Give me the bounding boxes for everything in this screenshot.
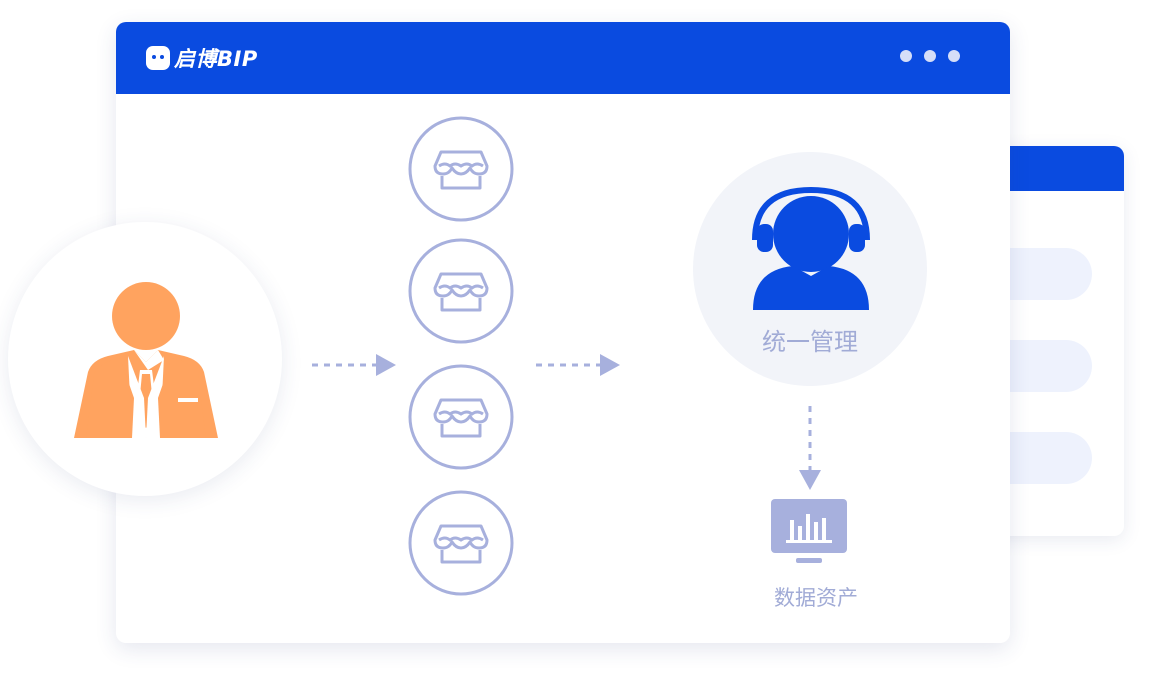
store-icon <box>408 116 514 222</box>
window-menu-dots[interactable] <box>900 50 960 62</box>
merchant-avatar-circle <box>8 222 282 496</box>
menu-dot-icon <box>924 50 936 62</box>
data-asset-label: 数据资产 <box>774 586 858 610</box>
arrow-right-icon <box>312 354 396 376</box>
arrow-down-icon <box>799 406 821 490</box>
logo-icon <box>146 46 170 70</box>
arrow-right-icon <box>536 354 620 376</box>
store-icon <box>408 238 514 344</box>
app-logo: 启博BIP <box>146 44 258 72</box>
logo-text: 启博BIP <box>174 47 258 71</box>
menu-dot-icon <box>900 50 912 62</box>
businessman-icon <box>74 282 218 438</box>
bar-chart-monitor-icon <box>771 499 847 563</box>
store-icon <box>408 490 514 596</box>
store-icon <box>408 364 514 470</box>
menu-dot-icon <box>948 50 960 62</box>
title-bar: 启博BIP <box>116 22 1010 94</box>
unified-management-label: 统一管理 <box>762 328 858 356</box>
